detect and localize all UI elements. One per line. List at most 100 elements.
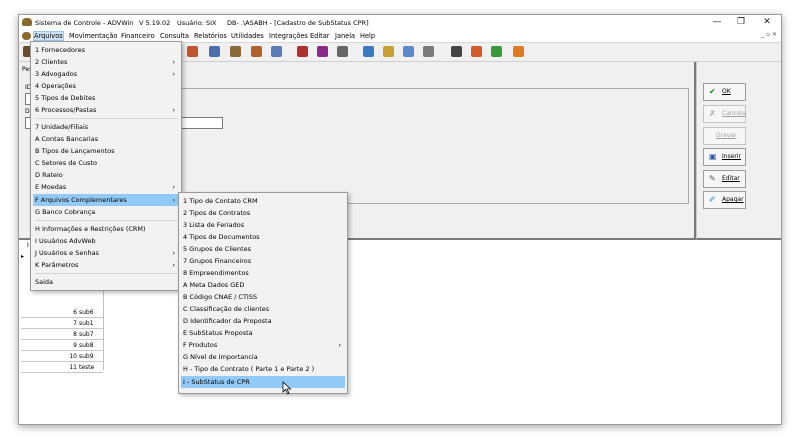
cancel-button[interactable]: ✗ Cancela [703,105,746,123]
wrench-icon[interactable] [297,46,308,57]
handshake-icon[interactable] [230,46,241,57]
close-button[interactable]: ✕ [757,16,777,28]
bank-icon[interactable] [383,46,394,57]
menu-item-arquivos-complementares[interactable]: F Arquivos Complementares › [33,194,179,206]
checkmark-icon: ✔ [709,87,716,96]
menu-item-operacoes[interactable]: 4 Operações [33,80,179,92]
submenu-item-tipos-documentos[interactable]: 4 Tipos de Documentos [181,231,345,243]
mouse-cursor-icon [282,381,292,395]
eraser-icon: ✐ [709,195,716,204]
refresh-icon[interactable] [363,46,374,57]
submenu-item-meta-dados-ged[interactable]: A Meta Dados GED [181,279,345,291]
action-button-panel: ✔ OK ✗ Cancela Gravar ▣ Inserir ✎ Editar… [696,62,781,240]
app-name: Sistema de Controle - ADVWin [35,19,134,27]
app-logo-icon [22,18,32,26]
submenu-item-produtos[interactable]: F Produtos › [181,339,345,351]
chevron-right-icon: › [172,70,175,78]
menu-financeiro[interactable]: Financeiro [121,32,155,40]
group-icon[interactable] [271,46,282,57]
chevron-right-icon: › [172,106,175,114]
menu-integracoes[interactable]: Integrações [269,32,308,40]
insert-button[interactable]: ▣ Inserir [703,148,746,166]
menu-separator [35,118,177,119]
exit-icon[interactable] [513,46,524,57]
cycle-icon[interactable] [471,46,482,57]
table-row[interactable]: 10 sub9 [21,351,103,362]
hourglass-icon[interactable] [451,46,462,57]
submenu-item-tipos-contratos[interactable]: 2 Tipos de Contratos [181,207,345,219]
menu-item-contas-bancarias[interactable]: A Contas Bancarias [33,133,179,145]
insert-icon: ▣ [709,152,717,161]
submenu-item-substatus-cpr[interactable]: I - SubStatus de CPR [181,376,345,388]
person-icon[interactable] [251,46,262,57]
menu-item-moedas[interactable]: E Moedas › [33,181,179,193]
menu-help[interactable]: Help [360,32,375,40]
calculator-icon[interactable] [423,46,434,57]
row-indicator-icon: ▸ [21,253,25,260]
tools-icon[interactable] [187,46,198,57]
ok-label: OK [722,88,731,95]
menu-item-banco-cobranca[interactable]: G Banco Cobrança [33,206,179,218]
menu-item-tipos-lancamentos[interactable]: B Tipos de Lançamentos [33,145,179,157]
minimize-button[interactable]: — [707,16,727,28]
ok-button[interactable]: ✔ OK [703,83,746,101]
edit-button[interactable]: ✎ Editar [703,170,746,188]
submenu-item-substatus-proposta[interactable]: E SubStatus Proposta [181,327,345,339]
menu-utilidades[interactable]: Utilidades [231,32,264,40]
table-row[interactable]: 8 sub7 [21,329,103,340]
menu-item-parametros[interactable]: K Parâmetros › [33,259,179,271]
menu-editar[interactable]: Editar [310,32,330,40]
delete-button[interactable]: ✐ Apagar [703,191,746,209]
submenu-item-nivel-importancia[interactable]: G Nível de Importancia [181,351,345,363]
chevron-right-icon: › [172,58,175,66]
menu-item-fornecedores[interactable]: 1 Fornecedores [33,44,179,56]
submenu-item-codigo-cnae[interactable]: B Código CNAE / CTISS [181,291,345,303]
calendar-icon[interactable] [403,46,414,57]
mdi-window-controls[interactable]: _ ▫ ✕ [761,31,777,38]
menu-separator [35,273,177,274]
menu-item-usuarios-senhas[interactable]: J Usuários e Senhas › [33,247,179,259]
submenu-item-classificacao-clientes[interactable]: C Classificação de clientes [181,303,345,315]
group-box [175,88,689,204]
wrench2-icon[interactable] [317,46,328,57]
menu-janela[interactable]: Janela [335,32,355,40]
system-menu-icon[interactable] [22,32,31,40]
menu-item-tipos-debites[interactable]: 5 Tipos de Debites [33,92,179,104]
menu-arquivos[interactable]: Arquivos [33,31,64,41]
submenu-item-empreendimentos[interactable]: 8 Empreendimentos [181,267,345,279]
menu-item-saida[interactable]: Saida [33,276,179,288]
menu-item-informacoes-crm[interactable]: H Informações e Restrições (CRM) [33,223,179,235]
menu-item-setores-custo[interactable]: C Setores de Custo [33,157,179,169]
cancel-label: Cancela [722,110,747,117]
submenu-item-identificador-proposta[interactable]: D Identificador da Proposta [181,315,345,327]
menu-item-unidade[interactable]: 7 Unidade/Filiais [33,121,179,133]
table-row[interactable]: 6 sub6 [21,307,103,318]
menu-consulta[interactable]: Consulta [160,32,189,40]
menu-item-processos[interactable]: 6 Processos/Pastas › [33,104,179,116]
menu-relatorios[interactable]: Relatórios [194,32,227,40]
table-row[interactable]: 11 teste [21,362,103,373]
current-user: Usuário: SIX [177,19,217,27]
monitor-icon[interactable] [209,46,220,57]
save-button[interactable]: Gravar [703,127,746,145]
submenu-item-lista-feriados[interactable]: 3 Lista de Feriados [181,219,345,231]
table-row[interactable]: 7 sub1 [21,318,103,329]
flag-icon[interactable] [491,46,502,57]
menu-movimentacao[interactable]: Movimentação [69,32,117,40]
arquivos-dropdown: 1 Fornecedores 2 Clientes › 3 Advogados › … [30,41,182,291]
submenu-item-grupos-clientes[interactable]: 5 Grupos de Clientes [181,243,345,255]
menu-item-rateio[interactable]: D Rateio [33,169,179,181]
chevron-right-icon: › [172,183,175,191]
submenu-item-tipo-contato-crm[interactable]: 1 Tipo de Contato CRM [181,195,345,207]
menu-item-clientes[interactable]: 2 Clientes › [33,56,179,68]
submenu-item-tipo-contrato-partes[interactable]: H - Tipo de Contrato ( Parte 1 e Parte 2… [181,363,345,375]
table-row[interactable]: 9 sub8 [21,340,103,351]
folder-search-icon[interactable] [337,46,348,57]
chevron-right-icon: › [172,196,175,204]
arquivos-complementares-submenu: 1 Tipo de Contato CRM 2 Tipos de Contrat… [178,192,348,394]
save-label: Gravar [716,132,737,139]
submenu-item-grupos-financeiros[interactable]: 7 Grupos Financeiros [181,255,345,267]
menu-item-advogados[interactable]: 3 Advogados › [33,68,179,80]
menu-item-usuarios-advweb[interactable]: I Usuários AdvWeb [33,235,179,247]
restore-button[interactable]: ❐ [731,16,751,28]
